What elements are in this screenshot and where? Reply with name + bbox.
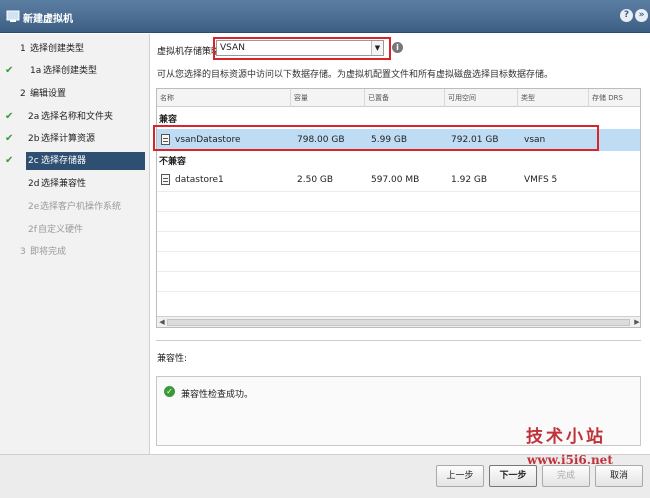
step-2d[interactable]: 2d 选择兼容性 (0, 175, 150, 193)
step-label: 选择兼容性 (41, 179, 87, 189)
cancel-button[interactable]: 取消 (595, 465, 643, 487)
datastore-table: 名称 容量 已置备 可用空间 类型 存储 DRS 兼容 vsanDatastor… (156, 88, 641, 328)
empty-row (157, 211, 640, 231)
finish-button: 完成 (542, 465, 590, 487)
empty-row (157, 231, 640, 251)
step-number: 2f (28, 225, 37, 235)
step-2f: 2f 自定义硬件 (0, 221, 150, 239)
column-header-name[interactable]: 名称 (157, 89, 291, 107)
step-number: 2e (28, 202, 40, 212)
step-2b[interactable]: ✔ 2b 选择计算资源 (0, 130, 150, 148)
wizard-steps: 1 选择创建类型 ✔ 1a 选择创建类型 2 编辑设置 ✔ 2a 选择名称和文件… (0, 34, 150, 454)
help-icon[interactable]: ? (620, 9, 633, 22)
window-title: 新建虚拟机 (23, 14, 73, 25)
empty-row (157, 191, 640, 211)
step-2a[interactable]: ✔ 2a 选择名称和文件夹 (0, 108, 150, 126)
step-3: 3 即将完成 (0, 243, 150, 261)
step-number: 2a (28, 112, 40, 122)
step-2e: 2e 选择客户机操作系统 (0, 198, 150, 216)
panel-splitter[interactable] (156, 340, 641, 344)
info-icon[interactable]: i (392, 42, 403, 53)
column-header-free[interactable]: 可用空间 (445, 89, 518, 107)
step-label: 自定义硬件 (38, 225, 84, 235)
scroll-right-icon[interactable]: ▶ (632, 318, 640, 327)
step-label: 选择存储器 (41, 156, 87, 166)
step-label: 即将完成 (30, 247, 67, 257)
column-header-drs[interactable]: 存储 DRS (589, 89, 640, 107)
horizontal-scrollbar[interactable]: ◀ ▶ (157, 316, 640, 327)
cell-drs (592, 169, 595, 191)
back-button[interactable]: 上一步 (436, 465, 484, 487)
compatibility-label: 兼容性: (157, 354, 188, 364)
step-1a[interactable]: ✔ 1a 选择创建类型 (0, 62, 150, 80)
datastore-icon (161, 174, 170, 185)
watermark-title: 技术小站 (526, 427, 606, 447)
step-2c[interactable]: 2c 选择存储器 (26, 152, 145, 170)
step-number: 2d (28, 179, 40, 189)
step-label: 选择创建类型 (43, 66, 98, 76)
watermark-url: www.i5i6.net (527, 453, 613, 467)
step-label: 选择客户机操作系统 (40, 202, 122, 212)
cell-provisioned: 597.00 MB (371, 175, 420, 185)
policy-highlight-box (213, 37, 391, 60)
empty-row (157, 271, 640, 291)
step-2[interactable]: 2 编辑设置 (0, 85, 150, 103)
datastore-highlight-box (153, 125, 599, 151)
column-header-type[interactable]: 类型 (518, 89, 589, 107)
compatibility-message: 兼容性检查成功。 (181, 390, 254, 400)
title-bar: 新建虚拟机 ? » (0, 0, 650, 33)
step-number: 2 (20, 89, 26, 99)
empty-row (157, 291, 640, 311)
expand-icon[interactable]: » (635, 9, 648, 22)
check-icon: ✔ (5, 133, 14, 144)
step-number: 2b (28, 134, 40, 144)
group-incompatible: 不兼容 (159, 157, 187, 167)
step-number: 1a (30, 66, 42, 76)
step-label: 选择名称和文件夹 (41, 112, 114, 122)
cell-name: datastore1 (175, 175, 224, 185)
success-check-icon: ✓ (164, 386, 175, 397)
step-number: 1 (20, 44, 26, 54)
step-label: 选择创建类型 (30, 44, 85, 54)
group-compatible: 兼容 (159, 115, 178, 125)
table-row[interactable]: datastore1 2.50 GB 597.00 MB 1.92 GB VMF… (157, 169, 640, 191)
cell-free: 1.92 GB (451, 175, 488, 185)
check-icon: ✔ (5, 155, 14, 166)
vm-icon (6, 10, 20, 22)
step-label: 编辑设置 (30, 89, 67, 99)
column-header-provisioned[interactable]: 已置备 (365, 89, 445, 107)
column-header-capacity[interactable]: 容量 (291, 89, 365, 107)
datastore-description: 可从您选择的目标资源中访问以下数据存储。为虚拟机配置文件和所有虚拟磁盘选择目标数… (157, 70, 554, 80)
step-1[interactable]: 1 选择创建类型 (0, 40, 150, 58)
table-header: 名称 容量 已置备 可用空间 类型 存储 DRS (157, 89, 640, 107)
step-number: 2c (28, 156, 39, 166)
check-icon: ✔ (5, 65, 14, 76)
step-label: 选择计算资源 (41, 134, 96, 144)
empty-row (157, 251, 640, 271)
next-button[interactable]: 下一步 (489, 465, 537, 487)
step-number: 3 (20, 247, 26, 257)
check-icon: ✔ (5, 111, 14, 122)
main-panel: 虚拟机存储策略: VSAN ▼ i 可从您选择的目标资源中访问以下数据存储。为虚… (151, 34, 650, 454)
scrollbar-thumb[interactable] (167, 319, 630, 326)
cell-type: VMFS 5 (524, 175, 558, 185)
cell-capacity: 2.50 GB (297, 175, 334, 185)
scroll-left-icon[interactable]: ◀ (157, 318, 167, 327)
